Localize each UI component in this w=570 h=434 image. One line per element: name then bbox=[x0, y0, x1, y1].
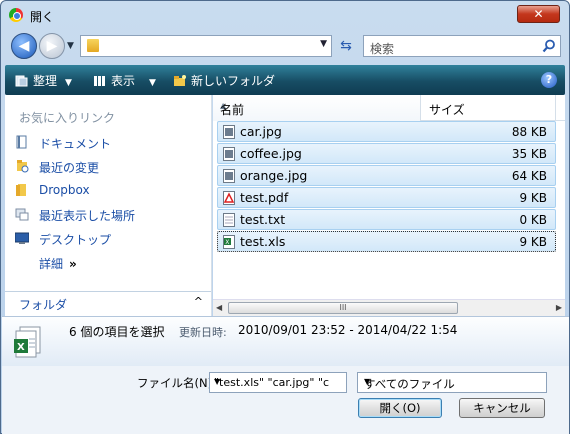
dialog-footer: ファイル名(N): "test.xls" "car.jpg" "c ▼ すべての… bbox=[2, 366, 569, 434]
file-size: 64 KB bbox=[511, 169, 547, 183]
organize-icon bbox=[15, 75, 28, 87]
chrome-icon bbox=[9, 8, 23, 22]
chevron-down-icon[interactable]: ▼ bbox=[214, 377, 332, 386]
chevron-down-icon: ▼ bbox=[364, 377, 371, 386]
open-dialog: 開く ✕ ◀ ▶ ▼ ▼ ⇆ 検索 整理 ▼ 表示 ▼ 新しいフォルダ ? お気… bbox=[0, 0, 570, 434]
recent-changes-icon bbox=[17, 160, 29, 173]
forward-button[interactable]: ▶ bbox=[39, 33, 65, 59]
file-name: coffee.jpg bbox=[240, 146, 302, 161]
double-chevron-icon: » bbox=[69, 257, 77, 271]
file-name: orange.jpg bbox=[240, 168, 308, 183]
back-button[interactable]: ◀ bbox=[11, 33, 37, 59]
file-row[interactable]: X test.xls 9 KB bbox=[217, 231, 556, 252]
details-pane: X 6 個の項目を選択 更新日時: 2010/09/01 23:52 - 201… bbox=[2, 316, 569, 366]
column-size-label: サイズ bbox=[429, 103, 465, 117]
views-icon bbox=[94, 76, 105, 86]
search-placeholder: 検索 bbox=[370, 42, 395, 56]
file-row[interactable]: test.txt 0 KB bbox=[217, 209, 556, 230]
file-row[interactable]: orange.jpg 64 KB bbox=[217, 165, 556, 186]
history-dropdown-icon[interactable]: ▼ bbox=[67, 41, 74, 51]
selection-count: 6 個の項目を選択 bbox=[69, 325, 165, 339]
svg-text:X: X bbox=[225, 239, 229, 246]
svg-text:X: X bbox=[17, 342, 25, 353]
search-input[interactable]: 検索 bbox=[363, 35, 561, 57]
nav-item-label: Dropbox bbox=[39, 183, 90, 197]
nav-item-label: ドキュメント bbox=[39, 137, 112, 151]
recent-places-icon bbox=[15, 208, 29, 221]
file-row[interactable]: test.pdf 9 KB bbox=[217, 187, 556, 208]
desktop-icon bbox=[15, 232, 29, 244]
nav-item-recent-changes[interactable]: 最近の変更 bbox=[15, 157, 205, 177]
navigation-pane: お気に入りリンク ドキュメント 最近の変更 Dropbox 最近表示した場所 デ… bbox=[5, 95, 212, 316]
column-header-name[interactable]: ▲ 名前 bbox=[213, 95, 421, 121]
file-size: 0 KB bbox=[519, 213, 547, 227]
excel-file-icon: X bbox=[223, 235, 235, 249]
nav-item-label: 最近の変更 bbox=[39, 161, 100, 175]
folder-icon bbox=[87, 39, 99, 52]
more-links-button[interactable]: 詳細 » bbox=[39, 255, 77, 272]
address-bar[interactable]: ▼ bbox=[80, 35, 332, 57]
more-label: 詳細 bbox=[39, 257, 64, 271]
file-name: test.xls bbox=[240, 234, 286, 249]
scroll-right-icon[interactable]: ▶ bbox=[556, 303, 562, 312]
close-button[interactable]: ✕ bbox=[517, 5, 560, 23]
column-header-size[interactable]: サイズ bbox=[422, 95, 556, 121]
file-size: 35 KB bbox=[511, 147, 547, 161]
file-name: car.jpg bbox=[240, 124, 282, 139]
filetype-select[interactable]: すべてのファイル ▼ bbox=[357, 372, 547, 393]
documents-icon bbox=[16, 135, 27, 149]
image-file-icon bbox=[223, 169, 235, 183]
views-button[interactable]: 表示 ▼ bbox=[93, 72, 156, 89]
file-name: test.pdf bbox=[240, 190, 289, 205]
file-size: 88 KB bbox=[511, 125, 547, 139]
folders-label: フォルダ bbox=[19, 298, 68, 312]
command-toolbar: 整理 ▼ 表示 ▼ 新しいフォルダ ? bbox=[5, 65, 565, 95]
file-name: test.txt bbox=[240, 212, 286, 227]
organize-button[interactable]: 整理 ▼ bbox=[15, 72, 72, 89]
modified-label: 更新日時: bbox=[179, 326, 227, 339]
new-folder-label: 新しいフォルダ bbox=[191, 74, 276, 88]
modified-value: 2010/09/01 23:52 - 2014/04/22 1:54 bbox=[238, 323, 458, 337]
file-size: 9 KB bbox=[519, 191, 547, 205]
column-name-label: 名前 bbox=[220, 103, 245, 117]
folder-icon bbox=[16, 184, 26, 196]
scroll-left-icon[interactable]: ◀ bbox=[216, 303, 222, 312]
organize-label: 整理 bbox=[33, 74, 58, 88]
filename-input[interactable]: "test.xls" "car.jpg" "c ▼ bbox=[209, 372, 347, 393]
nav-item-documents[interactable]: ドキュメント bbox=[15, 133, 205, 153]
favorites-header: お気に入りリンク bbox=[19, 111, 116, 125]
address-row: ◀ ▶ ▼ ▼ ⇆ 検索 bbox=[1, 29, 569, 63]
file-row[interactable]: car.jpg 88 KB bbox=[217, 121, 556, 142]
scrollbar-thumb[interactable]: III bbox=[228, 302, 458, 314]
address-dropdown-icon[interactable]: ▼ bbox=[320, 39, 327, 49]
cancel-button[interactable]: キャンセル bbox=[459, 398, 545, 418]
new-folder-icon bbox=[174, 75, 186, 86]
multiple-files-icon: X bbox=[14, 326, 41, 358]
horizontal-scrollbar[interactable]: ◀ III ▶ bbox=[213, 299, 565, 316]
file-size: 9 KB bbox=[519, 235, 547, 249]
file-row[interactable]: coffee.jpg 35 KB bbox=[217, 143, 556, 164]
help-icon[interactable]: ? bbox=[541, 72, 557, 88]
chevron-up-icon: ^ bbox=[193, 295, 203, 308]
nav-item-dropbox[interactable]: Dropbox bbox=[15, 181, 205, 201]
pdf-file-icon bbox=[223, 191, 235, 205]
nav-item-label: 最近表示した場所 bbox=[39, 209, 136, 223]
search-icon[interactable] bbox=[542, 39, 556, 53]
folders-toggle[interactable]: フォルダ ^ bbox=[5, 291, 211, 316]
nav-item-desktop[interactable]: デスクトップ bbox=[15, 229, 205, 249]
refresh-icon[interactable]: ⇆ bbox=[335, 35, 357, 57]
nav-item-label: デスクトップ bbox=[39, 233, 112, 247]
new-folder-button[interactable]: 新しいフォルダ bbox=[173, 72, 275, 89]
image-file-icon bbox=[223, 125, 235, 139]
title-bar[interactable]: 開く ✕ bbox=[1, 1, 569, 29]
image-file-icon bbox=[223, 147, 235, 161]
open-button[interactable]: 開く(O) bbox=[358, 398, 442, 418]
file-list: ▲ 名前 サイズ car.jpg 88 KB coffee.jpg 35 KB … bbox=[213, 95, 565, 316]
nav-item-recent-places[interactable]: 最近表示した場所 bbox=[15, 205, 205, 225]
text-file-icon bbox=[223, 213, 235, 227]
column-header-row: ▲ 名前 サイズ bbox=[213, 95, 565, 121]
filename-label: ファイル名(N): bbox=[137, 376, 216, 390]
views-label: 表示 bbox=[111, 74, 136, 88]
window-title: 開く bbox=[30, 10, 55, 24]
